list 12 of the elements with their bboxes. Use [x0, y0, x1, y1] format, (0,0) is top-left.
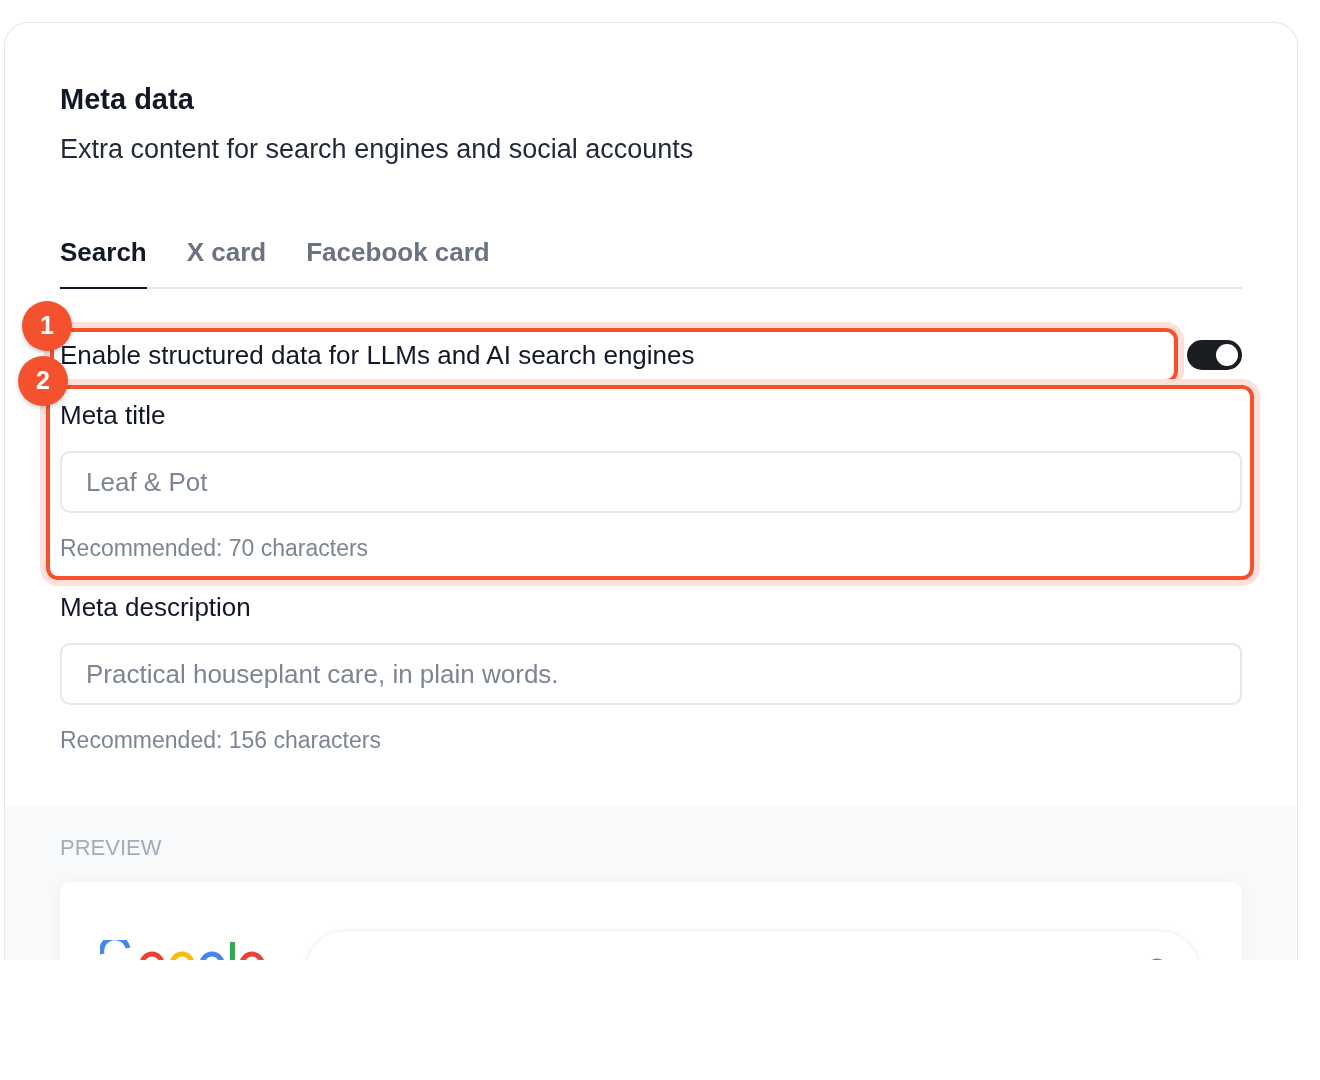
- preview-heading: PREVIEW: [60, 834, 163, 862]
- input-field[interactable]: Practical houseplant care, in plain words.: [60, 643, 1242, 705]
- section-title: Meta data: [60, 82, 195, 117]
- tab[interactable]: X card: [186, 234, 267, 289]
- section-subtitle: Extra content for search engines and social accounts: [60, 133, 695, 166]
- tab[interactable]: Search: [60, 234, 147, 289]
- field-hint: Recommended: 70 characters: [60, 534, 370, 563]
- field-hint: Recommended: 156 characters: [60, 726, 382, 755]
- toggle-switch[interactable]: [1187, 340, 1242, 370]
- input-field[interactable]: Leaf & Pot: [60, 451, 1242, 513]
- tab[interactable]: Facebook card: [306, 234, 490, 289]
- field-label: Meta description: [60, 591, 252, 624]
